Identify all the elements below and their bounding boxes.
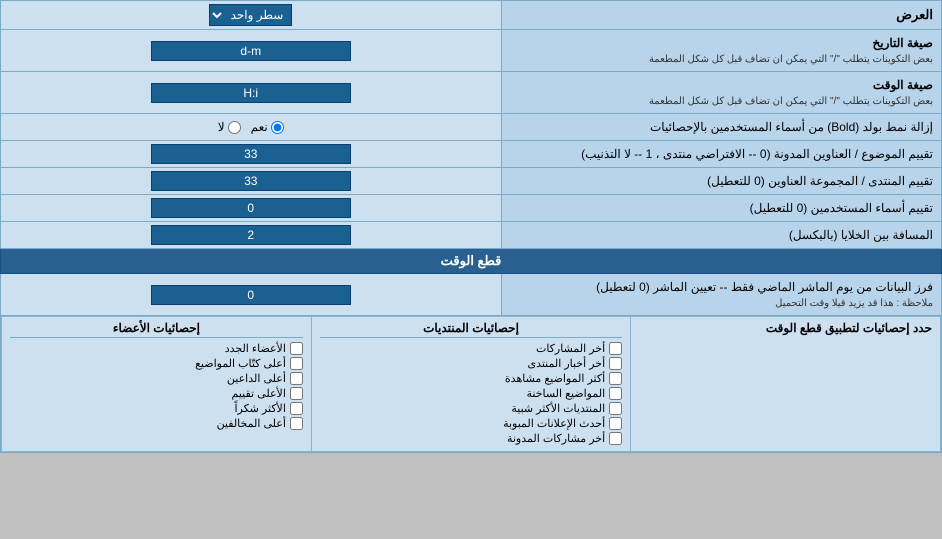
stats-col2-item[interactable]: الأعضاء الجدد bbox=[10, 342, 303, 355]
stats-col1-title: إحصائيات المنتديات bbox=[320, 321, 622, 338]
forum-order-input[interactable] bbox=[151, 171, 351, 191]
stats-col1-item[interactable]: المنتديات الأكثر شبية bbox=[320, 402, 622, 415]
date-format-cell bbox=[1, 30, 502, 72]
cell-distance-label: المسافة بين الخلايا (بالبكسل) bbox=[501, 222, 941, 249]
topic-order-cell bbox=[1, 141, 502, 168]
stats-col1-item[interactable]: أخر أخبار المنتدى bbox=[320, 357, 622, 370]
bold-no-label[interactable]: لا bbox=[218, 120, 241, 134]
cell-distance-input[interactable] bbox=[151, 225, 351, 245]
bold-yes-radio[interactable] bbox=[271, 121, 284, 134]
date-format-input[interactable] bbox=[151, 41, 351, 61]
realtime-filter-cell bbox=[1, 274, 502, 316]
stats-col1: إحصائيات المنتديات أخر المشاركات أخر أخب… bbox=[311, 317, 630, 452]
realtime-section-header: قطع الوقت bbox=[1, 249, 942, 274]
page-title: العرض bbox=[501, 1, 941, 30]
forum-order-cell bbox=[1, 168, 502, 195]
user-order-cell bbox=[1, 195, 502, 222]
stats-col1-item[interactable]: أخر المشاركات bbox=[320, 342, 622, 355]
stats-limit-label: حدد إحصائيات لتطبيق قطع الوقت bbox=[639, 321, 932, 335]
stats-col1-items: أخر المشاركات أخر أخبار المنتدى أكثر الم… bbox=[320, 342, 622, 445]
user-order-input[interactable] bbox=[151, 198, 351, 218]
time-format-input[interactable] bbox=[151, 83, 351, 103]
stats-container: حدد إحصائيات لتطبيق قطع الوقت إحصائيات ا… bbox=[1, 316, 942, 453]
stats-col1-item[interactable]: أخر مشاركات المدونة bbox=[320, 432, 622, 445]
stats-col2: إحصائيات الأعضاء الأعضاء الجدد أعلى كتّا… bbox=[2, 317, 312, 452]
realtime-filter-label: فرز البيانات من يوم الماشر الماضي فقط --… bbox=[501, 274, 941, 316]
realtime-filter-input[interactable] bbox=[151, 285, 351, 305]
stats-col2-item[interactable]: الأكثر شكراً bbox=[10, 402, 303, 415]
stats-limit-label-cell: حدد إحصائيات لتطبيق قطع الوقت bbox=[631, 317, 941, 452]
stats-col2-item[interactable]: أعلى المخالفين bbox=[10, 417, 303, 430]
stats-col2-items: الأعضاء الجدد أعلى كتّاب المواضيع أعلى ا… bbox=[10, 342, 303, 430]
stats-col1-item[interactable]: المواضيع الساخنة bbox=[320, 387, 622, 400]
bold-remove-cell: نعم لا bbox=[1, 114, 502, 141]
stats-col2-title: إحصائيات الأعضاء bbox=[10, 321, 303, 338]
time-format-cell bbox=[1, 72, 502, 114]
cell-distance-cell bbox=[1, 222, 502, 249]
topic-order-label: تقييم الموضوع / العناوين المدونة (0 -- ا… bbox=[501, 141, 941, 168]
stats-col1-item[interactable]: أحدث الإعلانات المبوبة bbox=[320, 417, 622, 430]
stats-col1-item[interactable]: أكثر المواضيع مشاهدة bbox=[320, 372, 622, 385]
user-order-label: تقييم أسماء المستخدمين (0 للتعطيل) bbox=[501, 195, 941, 222]
bold-remove-label: إزالة نمط بولد (Bold) من أسماء المستخدمي… bbox=[501, 114, 941, 141]
stats-col2-item[interactable]: الأعلى تقييم bbox=[10, 387, 303, 400]
stats-col2-item[interactable]: أعلى الداعين bbox=[10, 372, 303, 385]
time-format-label: صيغة الوقت بعض التكوينات يتطلب "/" التي … bbox=[501, 72, 941, 114]
display-select[interactable]: سطر واحد bbox=[209, 4, 292, 26]
forum-order-label: تقييم المنتدى / المجموعة العناوين (0 للت… bbox=[501, 168, 941, 195]
date-format-label: صيغة التاريخ بعض التكوينات يتطلب "/" الت… bbox=[501, 30, 941, 72]
bold-no-radio[interactable] bbox=[228, 121, 241, 134]
topic-order-input[interactable] bbox=[151, 144, 351, 164]
display-select-cell: سطر واحد bbox=[1, 1, 502, 30]
bold-yes-label[interactable]: نعم bbox=[251, 120, 284, 134]
stats-col2-item[interactable]: أعلى كتّاب المواضيع bbox=[10, 357, 303, 370]
